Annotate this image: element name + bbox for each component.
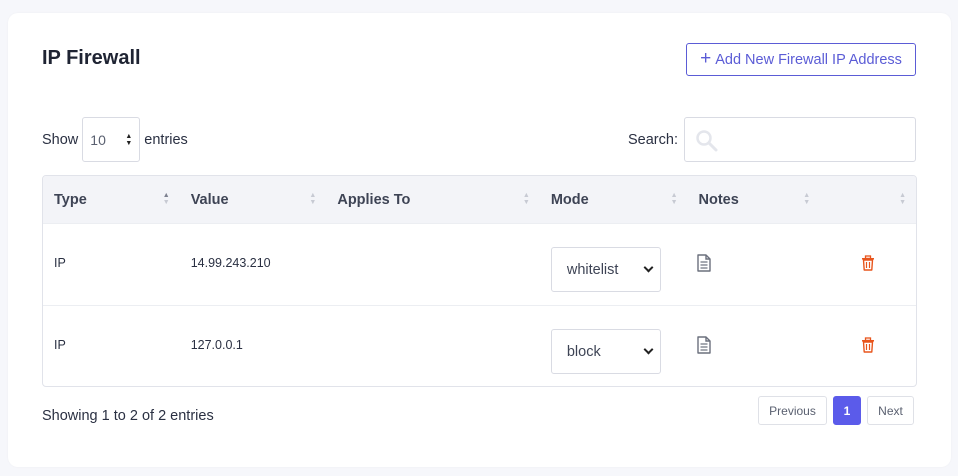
search-control: Search: — [628, 117, 916, 162]
cell-applies-to — [326, 224, 540, 305]
sort-icon: ▲ ▼ — [899, 192, 906, 206]
search-icon — [696, 130, 718, 152]
search-label: Search: — [628, 131, 678, 148]
cell-value: 14.99.243.210 — [190, 256, 271, 270]
page-title: IP Firewall — [42, 47, 141, 69]
sort-icon: ▲ ▼ — [803, 192, 811, 206]
pagination: Previous 1 Next — [758, 396, 914, 425]
chevron-down-icon — [643, 262, 654, 273]
column-notes-label: Notes — [698, 191, 739, 208]
show-label: Show — [42, 131, 79, 148]
mode-value: whitelist — [566, 261, 619, 278]
column-mode-label: Mode — [550, 191, 589, 208]
next-page-button[interactable]: Next — [867, 396, 914, 425]
mode-value: block — [566, 343, 601, 360]
search-input[interactable] — [683, 117, 916, 162]
cell-type: IP — [54, 338, 66, 352]
cell-applies-to — [326, 306, 540, 386]
column-mode[interactable]: Mode ▲ ▼ — [540, 176, 688, 223]
entries-per-page-select[interactable]: 10 ▲ ▼ — [82, 117, 141, 162]
cell-value: 127.0.0.1 — [190, 338, 243, 352]
sort-icon: ▲ ▼ — [522, 192, 530, 206]
cell-mode: block — [540, 306, 688, 386]
column-type[interactable]: Type ▲ ▼ — [43, 176, 180, 223]
table-row: IP 127.0.0.1 block — [43, 305, 916, 386]
column-applies-to[interactable]: Applies To ▲ ▼ — [326, 176, 540, 223]
entries-per-page-value: 10 — [90, 131, 106, 148]
table-header: Type ▲ ▼ Value ▲ ▼ Applies To ▲ ▼ Mode ▲ ▼ N… — [43, 176, 916, 223]
cell-notes — [688, 224, 821, 305]
notes-document-icon[interactable] — [696, 253, 712, 272]
cell-type: IP — [54, 256, 66, 270]
select-updown-icon: ▲ ▼ — [125, 132, 133, 147]
mode-select[interactable]: block — [550, 329, 661, 374]
column-actions[interactable]: ▲ ▼ — [820, 176, 916, 223]
column-type-label: Type — [54, 191, 87, 208]
previous-page-button[interactable]: Previous — [758, 396, 827, 425]
plus-icon: + — [700, 48, 712, 69]
mode-select[interactable]: whitelist — [550, 247, 661, 292]
sort-icon: ▲ ▼ — [670, 192, 678, 206]
table-info: Showing 1 to 2 of 2 entries — [42, 408, 214, 424]
sort-asc-icon: ▲ ▼ — [162, 192, 170, 206]
column-value[interactable]: Value ▲ ▼ — [180, 176, 327, 223]
cell-delete — [820, 224, 916, 305]
column-notes[interactable]: Notes ▲ ▼ — [688, 176, 821, 223]
chevron-down-icon — [643, 344, 654, 355]
cell-delete — [820, 306, 916, 386]
page-1-button[interactable]: 1 — [833, 396, 861, 425]
table-row: IP 14.99.243.210 whitelist — [43, 223, 916, 305]
cell-notes — [688, 306, 821, 386]
add-firewall-ip-label: Add New Firewall IP Address — [715, 51, 902, 68]
trash-icon[interactable] — [861, 254, 875, 271]
entries-length-control: Show 10 ▲ ▼ entries — [42, 117, 188, 162]
sort-icon: ▲ ▼ — [309, 192, 317, 206]
notes-document-icon[interactable] — [696, 335, 712, 354]
firewall-table: Type ▲ ▼ Value ▲ ▼ Applies To ▲ ▼ Mode ▲ ▼ N… — [42, 175, 917, 387]
firewall-card: IP Firewall + Add New Firewall IP Addres… — [8, 13, 951, 467]
add-firewall-ip-button[interactable]: + Add New Firewall IP Address — [686, 43, 916, 76]
entries-label: entries — [144, 131, 188, 148]
column-value-label: Value — [190, 191, 229, 208]
cell-mode: whitelist — [540, 224, 688, 305]
trash-icon[interactable] — [861, 336, 875, 353]
column-applies-to-label: Applies To — [337, 191, 411, 208]
